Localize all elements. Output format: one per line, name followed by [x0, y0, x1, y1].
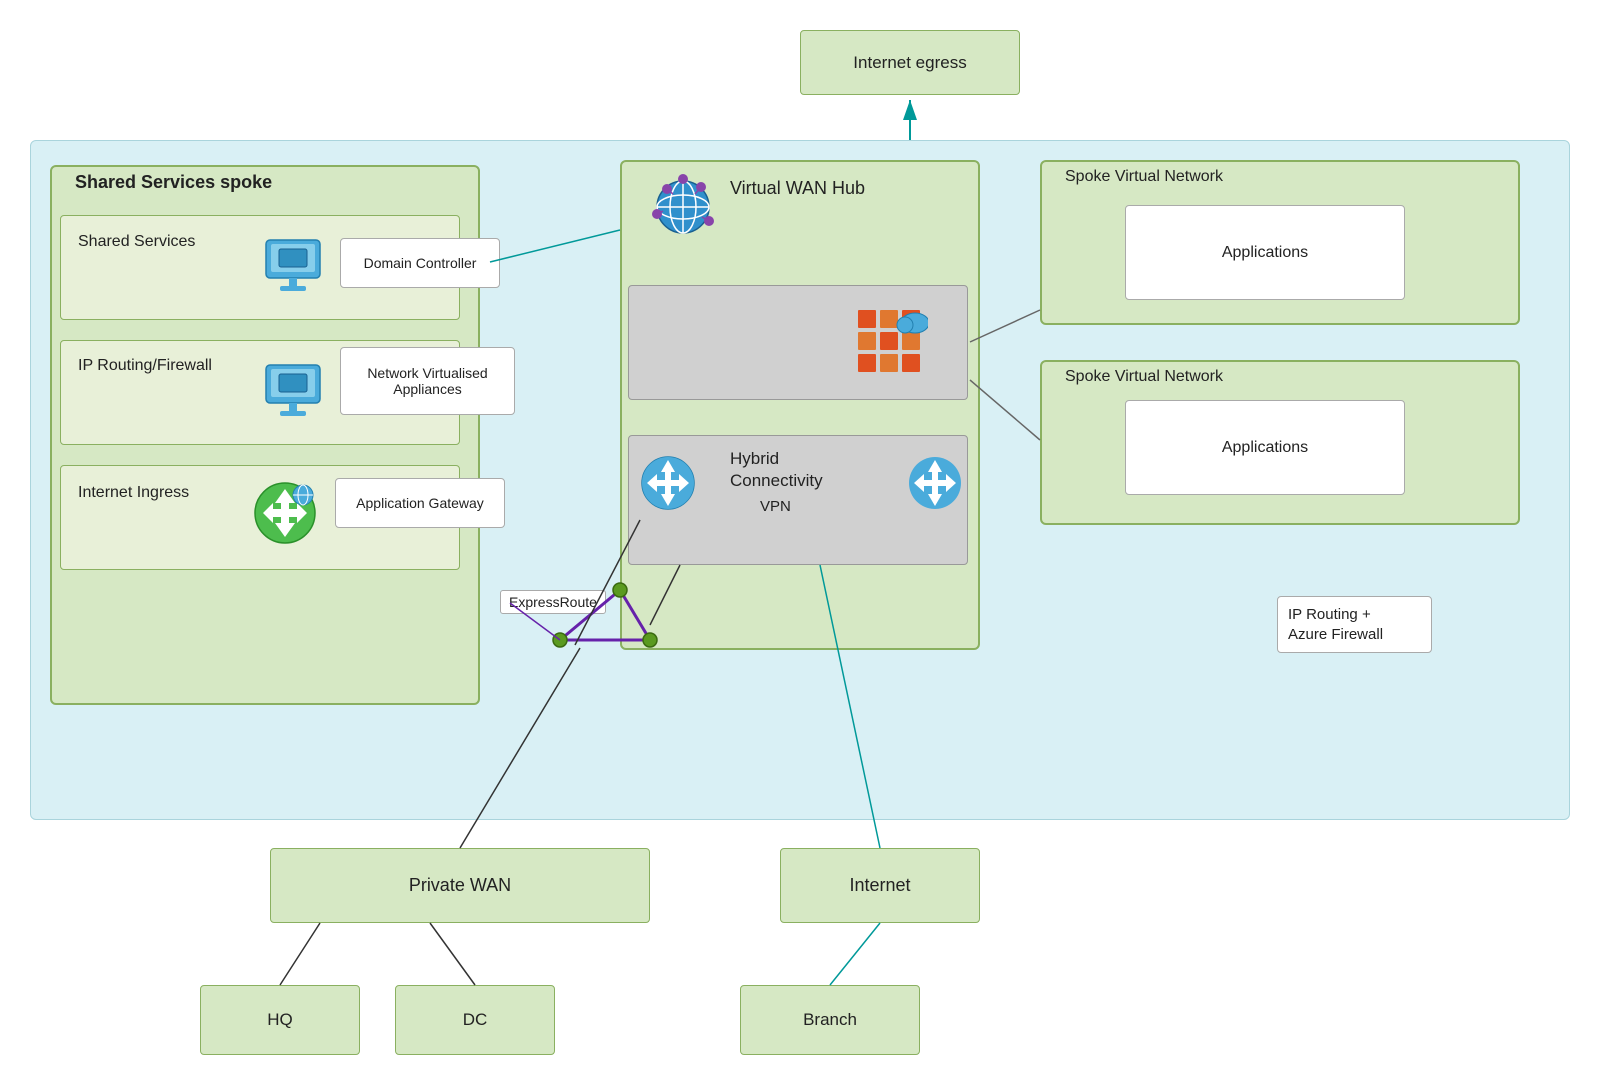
lock-icon-right — [900, 448, 970, 518]
spoke-vn-1-apps: Applications — [1125, 205, 1405, 300]
hybrid-connectivity-text: HybridConnectivity — [730, 449, 823, 490]
ip-routing-azure-label: IP Routing +Azure Firewall — [1277, 596, 1432, 653]
lock-icon-left2 — [633, 448, 703, 518]
spoke-vn-2-title: Spoke Virtual Network — [1065, 368, 1223, 386]
branch-box: Branch — [740, 985, 920, 1055]
hybrid-connectivity-label: HybridConnectivity — [730, 448, 823, 492]
shared-services-spoke-title: Shared Services spoke — [75, 172, 272, 193]
spoke-vn-2-apps-label: Applications — [1222, 439, 1308, 457]
ingress-icon — [245, 468, 325, 558]
diagram-container: Internet egress Shared Services spoke Sh… — [0, 0, 1600, 1084]
spoke-vn-1-apps-label: Applications — [1222, 244, 1308, 262]
ip-routing-firewall-label: IP Routing/Firewall — [78, 357, 212, 375]
app-gateway-label: Application Gateway — [356, 495, 484, 511]
dc-label: DC — [463, 1010, 488, 1030]
shared-services-icon — [255, 220, 330, 310]
hq-box: HQ — [200, 985, 360, 1055]
shared-services-label: Shared Services — [78, 233, 195, 251]
ip-routing-icon — [255, 345, 330, 435]
domain-controller-box: Domain Controller — [340, 238, 500, 288]
hybrid-vpn-label: VPN — [760, 498, 791, 515]
internet-egress-box: Internet egress — [800, 30, 1020, 95]
spoke-vn-2-apps: Applications — [1125, 400, 1405, 495]
internet-egress-label: Internet egress — [853, 53, 966, 73]
dc-box: DC — [395, 985, 555, 1055]
vwan-hub-globe-icon — [640, 165, 725, 245]
firewall-icon — [840, 290, 940, 395]
private-wan-box: Private WAN — [270, 848, 650, 923]
domain-controller-label: Domain Controller — [364, 255, 477, 271]
internet-label: Internet — [849, 875, 910, 896]
network-va-box: Network VirtualisedAppliances — [340, 347, 515, 415]
branch-label: Branch — [803, 1010, 857, 1030]
vwan-hub-label: Virtual WAN Hub — [730, 178, 865, 199]
hq-label: HQ — [267, 1010, 293, 1030]
expressroute-label: ExpressRoute — [500, 590, 606, 614]
internet-ingress-label: Internet Ingress — [78, 484, 189, 502]
app-gateway-box: Application Gateway — [335, 478, 505, 528]
internet-box: Internet — [780, 848, 980, 923]
network-va-label: Network VirtualisedAppliances — [367, 365, 487, 397]
ip-routing-azure-text: IP Routing +Azure Firewall — [1288, 606, 1383, 643]
private-wan-label: Private WAN — [409, 875, 511, 896]
spoke-vn-1-title: Spoke Virtual Network — [1065, 168, 1223, 186]
